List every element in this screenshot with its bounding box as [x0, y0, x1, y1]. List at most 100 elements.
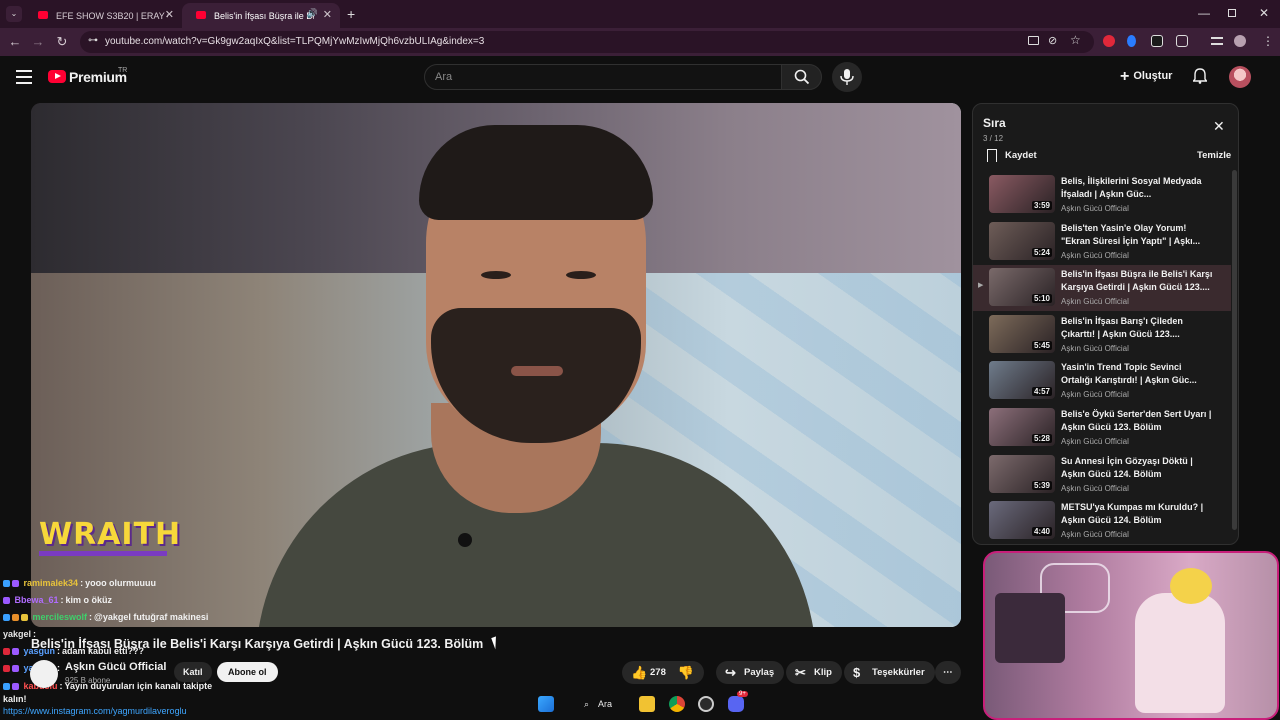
discord-icon[interactable]: 9+ — [728, 691, 748, 712]
playlist-thumbnail[interactable]: 5:39 — [989, 454, 1055, 493]
badge-icon — [12, 648, 19, 655]
bookmark-icon[interactable] — [987, 149, 997, 162]
close-tab-icon[interactable]: ✕ — [323, 8, 332, 21]
site-info-icon[interactable]: ⊶ — [88, 35, 98, 46]
playlist-panel: Sıra 3 / 12 ✕ Kaydet Temizle 3:59 Belis, … — [972, 103, 1239, 545]
camera-equipment — [995, 593, 1065, 663]
hamburger-menu-icon[interactable] — [16, 70, 32, 88]
back-icon[interactable]: ← — [7, 34, 23, 49]
create-button[interactable]: + Oluştur — [1120, 68, 1172, 86]
file-explorer-icon[interactable] — [639, 696, 655, 712]
playlist-item[interactable]: 3:59 Belis, İlişkilerini Sosyal Medyada İ… — [973, 172, 1231, 218]
playlist-item-title[interactable]: Su Annesi İçin Gözyaşı Döktü | Aşkın Güc… — [1061, 455, 1213, 481]
extension-red-icon[interactable] — [1103, 35, 1115, 47]
tab-belis[interactable]: Belis'in İfşası Büşra ile Belis' 🔊 ✕ — [182, 3, 340, 28]
playlist-item[interactable]: 5:39 Su Annesi İçin Gözyaşı Döktü | Aşkın… — [973, 452, 1231, 498]
thanks-label: Teşekkürler — [872, 667, 925, 678]
channel-avatar[interactable] — [30, 660, 58, 688]
voice-search-button[interactable] — [832, 62, 862, 92]
playlist-thumbnail[interactable]: 3:59 — [989, 175, 1055, 213]
playlist-thumbnail[interactable]: 5:45 — [989, 314, 1055, 353]
windows-start-icon[interactable] — [538, 696, 554, 712]
taskbar-search[interactable]: ⌕ Ara — [574, 693, 626, 715]
playlist-item-title[interactable]: Belis'in İfşası Büşra ile Belis'i Karşı … — [1061, 268, 1213, 294]
chat-user: Bbewa_61 — [14, 595, 59, 605]
extensions-puzzle-icon[interactable] — [1176, 35, 1188, 47]
discord-badge: 9+ — [737, 691, 748, 697]
join-button[interactable]: Katıl — [174, 662, 212, 682]
playlist-item-title[interactable]: METSU'ya Kumpas mı Kuruldu? | Aşkın Gücü… — [1061, 501, 1213, 527]
more-actions-button[interactable]: ⋯ — [935, 661, 961, 684]
tab-list-icon[interactable]: ⌄ — [6, 6, 22, 22]
extension-dark-icon[interactable] — [1151, 35, 1163, 47]
badge-icon — [3, 683, 10, 690]
profile-avatar-icon[interactable] — [1234, 35, 1246, 47]
share-label: Paylaş — [744, 667, 775, 678]
url-box[interactable]: ⊶ youtube.com/watch?v=Gk9gw2aqIxQ&list=T… — [80, 31, 1094, 53]
playlist-item[interactable]: 5:45 Belis'in İfşası Barış'ı Çileden Çıka… — [973, 312, 1231, 358]
search-input[interactable]: Ara — [424, 64, 782, 90]
playlist-item-title[interactable]: Belis'ten Yasin'e Olay Yorum! "Ekran Sür… — [1061, 222, 1213, 248]
like-button[interactable]: 👍 278 👎 — [622, 661, 704, 684]
reload-icon[interactable]: ↻ — [54, 34, 70, 50]
channel-name[interactable]: Aşkın Gücü Official — [65, 661, 166, 673]
playlist-title: Sıra — [983, 116, 1006, 130]
playlist-item-title[interactable]: Belis, İlişkilerini Sosyal Medyada İfşal… — [1061, 175, 1213, 201]
badge-icon — [3, 580, 10, 587]
playlist-item[interactable]: 4:57 Yasin'in Trend Topic Sevinci Ortalığ… — [973, 358, 1231, 404]
reading-list-icon[interactable] — [1211, 37, 1223, 45]
install-icon[interactable] — [1028, 36, 1039, 45]
obs-icon[interactable] — [698, 696, 714, 712]
forward-icon[interactable]: → — [30, 34, 46, 49]
playlist-item-title[interactable]: Yasin'in Trend Topic Sevinci Ortalığı Ka… — [1061, 361, 1213, 387]
extension-blue-icon[interactable] — [1127, 35, 1136, 47]
account-avatar[interactable] — [1229, 66, 1251, 88]
menu-dots-icon[interactable]: ⋮ — [1262, 34, 1274, 48]
search-placeholder: Ara — [435, 71, 453, 83]
subscribe-button[interactable]: Abone ol — [217, 662, 278, 682]
close-icon[interactable]: ✕ — [1213, 118, 1225, 135]
video-player[interactable]: WRAITH — [31, 103, 961, 627]
close-tab-icon[interactable]: ✕ — [165, 8, 174, 21]
clip-button[interactable]: ✂ Klip — [786, 661, 842, 684]
url-text[interactable]: youtube.com/watch?v=Gk9gw2aqIxQ&list=TLP… — [105, 36, 484, 47]
tab-efe-show[interactable]: EFE SHOW S3B20 | ERAY CAN Ö ✕ — [24, 3, 182, 28]
playlist-item-title[interactable]: Belis'e Öykü Serter'den Sert Uyarı | Aşk… — [1061, 408, 1213, 434]
bookmark-star-icon[interactable]: ☆ — [1070, 33, 1081, 47]
close-window-icon[interactable]: ✕ — [1259, 6, 1269, 20]
playlist-item[interactable]: 5:24 Belis'ten Yasin'e Olay Yorum! "Ekran… — [973, 219, 1231, 265]
playlist-item[interactable]: 5:28 Belis'e Öykü Serter'den Sert Uyarı |… — [973, 405, 1231, 451]
chrome-icon[interactable] — [669, 696, 685, 712]
playlist-thumbnail[interactable]: 4:40 — [989, 501, 1055, 540]
minimize-icon[interactable]: — — [1198, 6, 1210, 20]
plus-icon: + — [1120, 68, 1130, 85]
chat-user: mercileswolf — [32, 612, 88, 622]
playlist-thumbnail[interactable]: 5:10 — [989, 268, 1055, 307]
playlist-scrollbar[interactable] — [1232, 170, 1237, 530]
new-tab-button[interactable]: + — [347, 6, 355, 22]
restore-icon[interactable] — [1228, 9, 1236, 17]
playlist-count: 3 / 12 — [983, 134, 1004, 143]
speaker-icon[interactable]: 🔊 — [307, 8, 318, 19]
dislike-icon[interactable]: 👎 — [678, 661, 694, 684]
clip-label: Klip — [814, 667, 832, 678]
playlist-thumbnail[interactable]: 5:24 — [989, 221, 1055, 260]
playlist-item-title[interactable]: Belis'in İfşası Barış'ı Çileden Çıkarttı… — [1061, 315, 1213, 341]
playlist-item[interactable]: 4:40 METSU'ya Kumpas mı Kuruldu? | Aşkın … — [973, 498, 1231, 544]
clear-queue-button[interactable]: Temizle — [1197, 150, 1231, 161]
youtube-logo-icon[interactable] — [48, 70, 66, 83]
share-button[interactable]: ↪ Paylaş — [716, 661, 785, 684]
person-mouth — [511, 366, 563, 376]
playlist-item-channel: Aşkın Gücü Official — [1061, 297, 1129, 307]
playlist-item[interactable]: ▶ 5:10 Belis'in İfşası Büşra ile Belis'i K… — [973, 265, 1231, 312]
thanks-button[interactable]: $ Teşekkürler — [844, 661, 935, 684]
save-playlist-button[interactable]: Kaydet — [1005, 150, 1037, 161]
playlist-thumbnail[interactable]: 5:28 — [989, 408, 1055, 446]
search-button[interactable] — [781, 64, 822, 90]
eye-off-icon[interactable]: ⊘ — [1048, 34, 1057, 47]
notifications-bell-icon[interactable] — [1192, 68, 1208, 89]
microphone-icon — [840, 69, 854, 85]
like-count: 278 — [650, 667, 666, 678]
playlist-thumbnail[interactable]: 4:57 — [989, 361, 1055, 400]
video-duration: 5:10 — [1031, 294, 1052, 304]
